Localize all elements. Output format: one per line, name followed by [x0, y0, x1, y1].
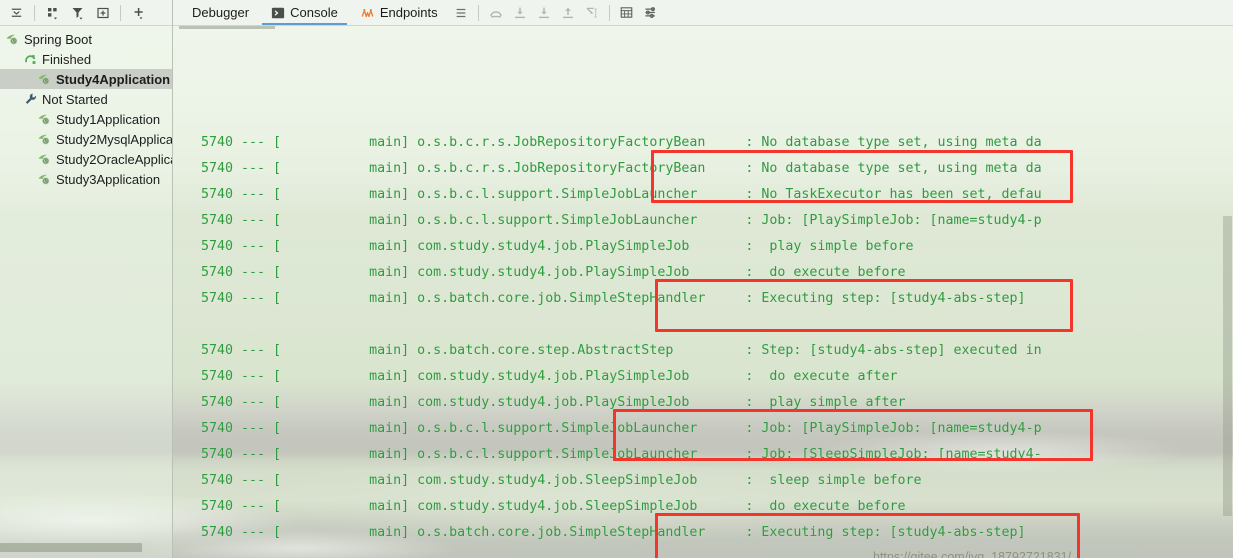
log-line: 5740 --- [ main] o.s.b.c.r.s.JobReposito… [185, 135, 1042, 150]
evaluate-expression-icon[interactable] [615, 1, 639, 25]
console-vertical-scrollbar[interactable] [1222, 26, 1233, 558]
log-line: 5740 --- [ main] o.s.b.c.l.support.Simpl… [185, 187, 1042, 202]
tree-item-study2oracleapplicati[interactable]: Study2OracleApplicati [0, 149, 172, 169]
console-icon [271, 6, 285, 20]
tree-item-label: Study1Application [56, 111, 161, 127]
filter-icon[interactable] [65, 2, 90, 24]
console-output[interactable]: 5740 --- [ main] o.s.b.c.r.s.JobReposito… [173, 26, 1233, 558]
log-line: 5740 --- [ main] com.study.study4.job.Pl… [185, 239, 914, 254]
tree-item-label: Spring Boot [24, 31, 92, 47]
log-line: 5740 --- [ main] o.s.batch.core.job.Simp… [185, 291, 1026, 306]
tree-item-label: Study4Application [56, 71, 171, 87]
idea-run-window: Spring Boot Finished Study4Application Not … [0, 0, 1233, 558]
endpoints-icon [360, 6, 375, 20]
wrench-icon [22, 91, 39, 107]
tree-item-label: Study2OracleApplicati [56, 151, 172, 167]
spring-leaf-icon [36, 111, 53, 127]
run-configurations-tree[interactable]: Spring Boot Finished Study4Application Not … [0, 26, 172, 558]
tree-item-not-started[interactable]: Not Started [0, 89, 172, 109]
soft-wrap-icon[interactable] [449, 1, 473, 25]
spring-leaf-icon [36, 71, 53, 87]
spring-leaf-icon [36, 151, 53, 167]
tree-item-finished[interactable]: Finished [0, 49, 172, 69]
run-to-cursor-icon[interactable] [580, 1, 604, 25]
toolbar-separator-4 [608, 4, 610, 21]
scrollbar-thumb[interactable] [1223, 216, 1232, 516]
log-line: 5740 --- [ main] com.study.study4.job.Pl… [185, 369, 898, 384]
toolbar-separator-2 [120, 4, 121, 21]
console-tabbar: Debugger Console Endpoints [173, 0, 1233, 26]
tree-item-study4application[interactable]: Study4Application [0, 69, 172, 89]
group-by-icon[interactable] [40, 2, 65, 24]
log-line: 5740 --- [ main] com.study.study4.job.Sl… [185, 473, 922, 488]
tree-item-label: Study3Application [56, 171, 161, 187]
tree-item-label: Study2MysqlApplicatio [56, 131, 172, 147]
step-out-icon[interactable] [556, 1, 580, 25]
console-top-marker [179, 26, 275, 29]
tab-label: Console [290, 5, 338, 20]
log-line: 5740 --- [ main] o.s.b.c.l.support.Simpl… [185, 421, 1042, 436]
tree-item-label: Not Started [42, 91, 108, 107]
step-over-icon[interactable] [484, 1, 508, 25]
console-pane: Debugger Console Endpoints 5740 --- [ma… [173, 0, 1233, 558]
tab-label: Debugger [192, 5, 250, 20]
log-line: 5740 --- [ main] com.study.study4.job.Pl… [185, 265, 906, 280]
tree-item-label: Finished [42, 51, 92, 67]
spring-boot-icon [4, 31, 21, 47]
log-line: 5740 --- [ main] o.s.b.c.l.support.Simpl… [185, 213, 1042, 228]
force-step-into-icon[interactable] [532, 1, 556, 25]
spring-leaf-icon [36, 131, 53, 147]
log-line-blank [185, 312, 1233, 338]
tree-item-spring-boot[interactable]: Spring Boot [0, 29, 172, 49]
log-line: 5740 --- [ main] com.study.study4.job.Sl… [185, 499, 906, 514]
scrollbar-thumb[interactable] [0, 543, 142, 552]
tab-console[interactable]: Console [260, 0, 349, 25]
log-line: 5740 --- [ main] com.study.study4.job.Pl… [185, 395, 906, 410]
tab-label: Endpoints [379, 5, 438, 20]
add-configuration-icon[interactable] [90, 2, 115, 24]
tab-endpoints[interactable]: Endpoints [349, 0, 449, 25]
run-dashboard-pane: Spring Boot Finished Study4Application Not … [0, 0, 173, 558]
spring-leaf-icon [36, 171, 53, 187]
log-line: 5740 --- [ main] o.s.batch.core.job.Simp… [185, 525, 1026, 540]
settings-lines-icon[interactable] [639, 1, 663, 25]
tree-item-study2mysqlapplicatio[interactable]: Study2MysqlApplicatio [0, 129, 172, 149]
log-line: 5740 --- [ main] o.s.b.c.r.s.JobReposito… [185, 161, 1042, 176]
toolbar-separator-1 [34, 4, 35, 21]
run-dashboard-toolbar [0, 0, 172, 26]
log-line: 5740 --- [ main] o.s.batch.core.step.Abs… [185, 343, 1042, 358]
add-icon[interactable] [126, 2, 151, 24]
toolbar-separator-3 [477, 4, 479, 21]
log-line: 5740 --- [ main] o.s.b.c.l.support.Simpl… [185, 447, 1042, 462]
step-into-icon[interactable] [508, 1, 532, 25]
left-pane-horizontal-scrollbar[interactable] [0, 543, 172, 552]
tab-debugger[interactable]: Debugger [181, 0, 260, 25]
tree-item-study3application[interactable]: Study3Application [0, 169, 172, 189]
collapse-all-icon[interactable] [4, 2, 29, 24]
rerun-green-icon [22, 51, 39, 67]
tree-item-study1application[interactable]: Study1Application [0, 109, 172, 129]
log-line-blank [185, 546, 1233, 558]
